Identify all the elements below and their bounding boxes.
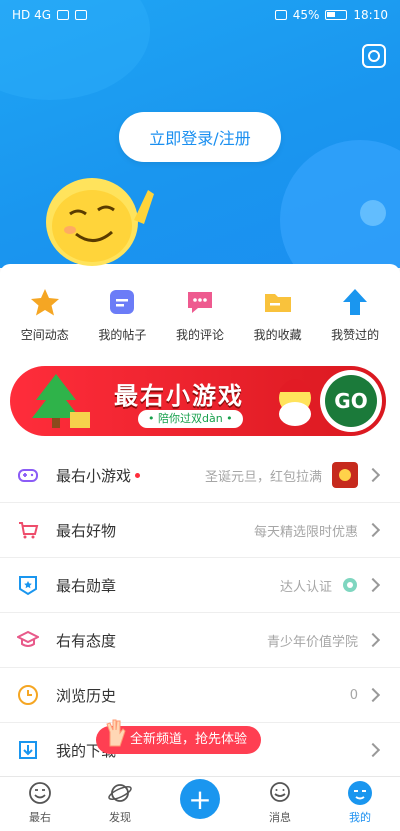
menu-item-goods[interactable]: 最右好物 每天精选限时优惠 (0, 503, 400, 558)
settings-gear-icon[interactable] (362, 44, 386, 68)
menu-card: 空间动态 我的帖子 我的评论 我的收藏 我赞过的 最右小游戏 • 陪你过双dàn… (0, 264, 400, 784)
chevron-right-icon (365, 522, 381, 538)
cart-icon (16, 518, 40, 542)
tab-label: 我的 (349, 811, 371, 824)
tab-create[interactable]: + (165, 779, 235, 825)
gamepad-icon (16, 463, 40, 487)
signal-icon (57, 10, 70, 20)
tab-label: 消息 (269, 811, 291, 824)
network-label: HD 4G (12, 8, 52, 22)
quick-action-favorites[interactable]: 我的收藏 (239, 286, 317, 356)
comment-icon (184, 286, 216, 318)
quick-action-label: 空间动态 (20, 328, 69, 342)
plus-icon: + (180, 779, 220, 819)
chevron-right-icon (365, 687, 381, 703)
history-count: 0 (349, 687, 358, 703)
clock-time: 18:10 (353, 8, 388, 22)
menu-item-value: 每天精选限时优惠 (253, 524, 358, 540)
hand-icon (106, 719, 126, 747)
new-dot (135, 472, 141, 478)
christmas-tree-icon (32, 374, 90, 428)
tab-label: 发现 (109, 811, 131, 824)
mascot-illustration (46, 178, 154, 266)
star-icon (29, 286, 61, 318)
menu-item-label: 最右好物 (56, 521, 117, 540)
decorative-blob (360, 200, 386, 226)
game-thumbnail (332, 462, 358, 488)
badge-icon (16, 573, 40, 597)
tab-messages[interactable]: 消息 (245, 780, 315, 825)
chevron-right-icon (365, 467, 381, 483)
menu-item-label: 浏览历史 (56, 686, 117, 705)
tab-home[interactable]: 最右 (5, 780, 75, 825)
quick-action-liked[interactable]: 我赞过的 (316, 286, 394, 356)
chevron-right-icon (365, 577, 381, 593)
quick-action-label: 我的评论 (175, 328, 224, 342)
upvote-icon (339, 286, 371, 318)
santa-icon (278, 379, 312, 426)
wifi-icon (75, 10, 88, 20)
chevron-right-icon (365, 632, 381, 648)
go-label: GO (325, 375, 377, 427)
document-icon (106, 286, 138, 318)
quick-action-label: 我赞过的 (331, 328, 380, 342)
quick-actions: 空间动态 我的帖子 我的评论 我的收藏 我赞过的 (0, 286, 400, 356)
alarm-icon (274, 10, 287, 20)
chevron-right-icon (365, 742, 381, 758)
menu-item-value: 达人认证 (279, 579, 332, 595)
clock-icon (16, 683, 40, 707)
menu-item-mini-games[interactable]: 最右小游戏 圣诞元旦，红包拉满 (0, 448, 400, 503)
tab-profile[interactable]: 我的 (325, 780, 395, 825)
download-icon (16, 738, 40, 762)
toast-text: 全新频道，抢先体验 (130, 732, 248, 747)
login-register-button[interactable]: 立即登录/注册 (119, 112, 281, 162)
profile-icon (347, 780, 373, 806)
graduation-cap-icon (16, 628, 40, 652)
verified-badge-icon (343, 578, 357, 592)
quick-action-label: 我的收藏 (253, 328, 302, 342)
menu-item-history[interactable]: 浏览历史 0 (0, 668, 400, 723)
new-channel-toast[interactable]: 全新频道，抢先体验 (96, 719, 262, 754)
quick-action-comments[interactable]: 我的评论 (161, 286, 239, 356)
menu-item-label: 右有态度 (56, 631, 117, 650)
smile-icon (27, 780, 53, 806)
go-button[interactable]: GO (320, 370, 382, 432)
message-icon (267, 780, 293, 806)
menu-item-attitude[interactable]: 右有态度 青少年价值学院 (0, 613, 400, 668)
tab-discover[interactable]: 发现 (85, 780, 155, 825)
quick-action-label: 我的帖子 (98, 328, 147, 342)
tab-label: 最右 (29, 811, 51, 824)
mini-game-banner[interactable]: 最右小游戏 • 陪你过双dàn • GO (10, 366, 386, 436)
menu-item-medals[interactable]: 最右勋章 达人认证 (0, 558, 400, 613)
status-bar: HD 4G 45% 18:10 (0, 0, 400, 30)
quick-action-space[interactable]: 空间动态 (6, 286, 84, 356)
menu-item-label: 最右小游戏 (56, 466, 132, 485)
banner-subtitle: • 陪你过双dàn • (138, 410, 243, 428)
menu-item-value: 圣诞元旦，红包拉满 (204, 469, 322, 485)
battery-percent: 45% (292, 8, 320, 22)
planet-icon (107, 780, 133, 806)
folder-icon (262, 286, 294, 318)
battery-icon (325, 10, 348, 20)
menu-item-label: 最右勋章 (56, 576, 117, 595)
banner-title: 最右小游戏 (114, 382, 244, 410)
menu-item-value: 青少年价值学院 (266, 634, 358, 650)
quick-action-posts[interactable]: 我的帖子 (84, 286, 162, 356)
profile-header: HD 4G 45% 18:10 立即登录/注册 (0, 0, 400, 268)
bottom-tab-bar: 最右 发现 + 消息 我的 (0, 776, 400, 831)
